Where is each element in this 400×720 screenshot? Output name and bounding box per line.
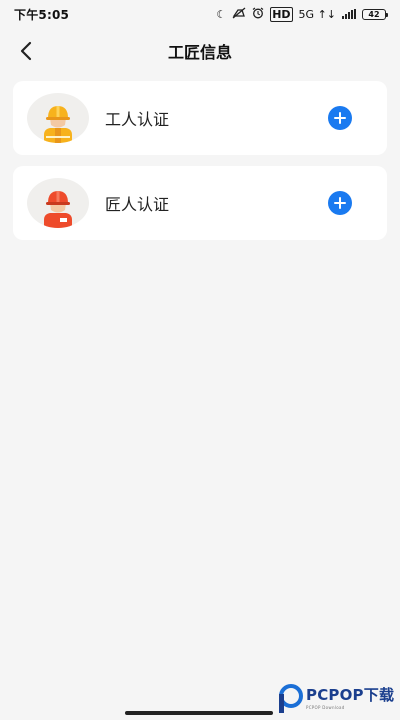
add-worker-certification-button[interactable]	[328, 106, 352, 130]
battery-level: 42	[368, 9, 380, 19]
craftsman-avatar	[27, 178, 89, 228]
network-label: 5G	[298, 7, 315, 21]
add-craftsman-certification-button[interactable]	[328, 191, 352, 215]
status-icons: ☾ HD 5G ↑↓ 42	[216, 6, 388, 22]
chevron-left-icon	[20, 41, 32, 61]
nav-bar: 工匠信息	[0, 28, 400, 74]
pcpop-logo-icon	[276, 684, 304, 714]
alarm-icon	[252, 7, 264, 21]
hd-icon: HD	[270, 6, 293, 22]
watermark-logo: PCPOP下载 PCPOP Download	[276, 681, 394, 717]
craftsman-certification-card[interactable]: 匠人认证	[13, 166, 387, 240]
worker-certification-label: 工人认证	[105, 110, 170, 129]
worker-avatar	[27, 93, 89, 143]
watermark-brand: PCPOP下载	[306, 686, 395, 704]
back-button[interactable]	[12, 36, 40, 66]
home-indicator[interactable]	[125, 711, 273, 715]
worker-certification-card[interactable]: 工人认证	[13, 81, 387, 155]
moon-icon: ☾	[216, 7, 227, 21]
battery-icon: 42	[362, 8, 388, 20]
mute-icon	[232, 7, 246, 21]
plus-icon	[334, 197, 346, 209]
5g-icon: 5G ↑↓	[298, 7, 336, 21]
watermark-sub: PCPOP Download	[306, 705, 345, 710]
signal-icon	[342, 9, 356, 19]
worker-yellow-helmet-icon	[44, 106, 72, 143]
craftsman-red-helmet-icon	[44, 191, 72, 228]
page-title: 工匠信息	[167, 43, 232, 62]
status-time: 下午5:05	[14, 7, 70, 22]
status-bar: 下午5:05 ☾ HD 5G ↑↓ 42	[0, 0, 400, 28]
plus-icon	[334, 112, 346, 124]
craftsman-certification-label: 匠人认证	[105, 195, 170, 214]
